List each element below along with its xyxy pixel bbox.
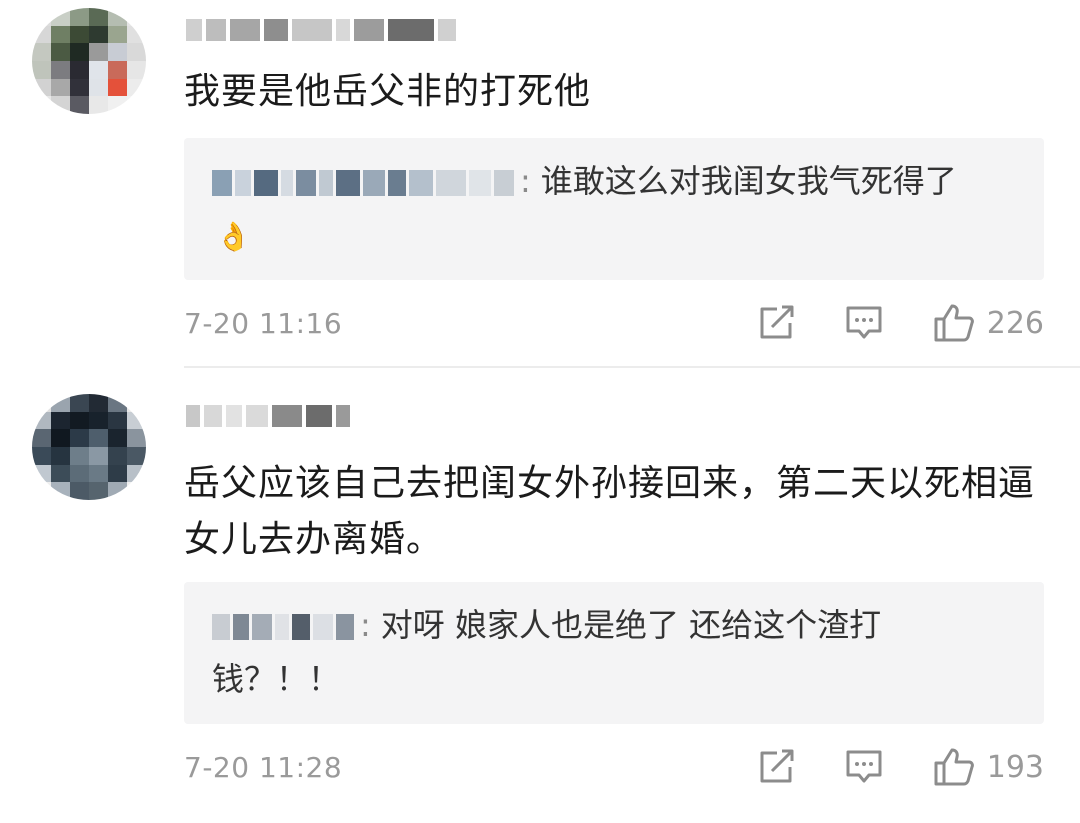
reply-colon: : bbox=[360, 606, 371, 644]
reply-box[interactable]: : 对呀 娘家人也是绝了 还给这个渣打钱？！！ bbox=[184, 582, 1044, 724]
like-button[interactable]: 193 bbox=[933, 747, 1044, 787]
like-count: 226 bbox=[986, 305, 1044, 341]
comment-item: 岳父应该自己去把闺女外孙接回来，第二天以死相逼女儿去办离婚。 : 对呀 娘家人也是… bbox=[0, 370, 1080, 823]
comment-body: 我要是他岳父非的打死他 bbox=[184, 71, 592, 112]
avatar[interactable] bbox=[32, 8, 146, 114]
like-icon bbox=[934, 748, 974, 786]
reply-username[interactable] bbox=[212, 170, 514, 196]
reply-text: 谁敢这么对我闺女我气死得了 bbox=[540, 162, 957, 200]
like-button[interactable]: 226 bbox=[933, 303, 1044, 343]
username[interactable] bbox=[186, 14, 456, 46]
comment-button[interactable] bbox=[845, 749, 883, 785]
like-count: 193 bbox=[986, 749, 1044, 785]
reply-colon: : bbox=[520, 162, 531, 200]
reply-username[interactable] bbox=[212, 614, 354, 640]
emoji: 👌 bbox=[216, 220, 251, 253]
reply-box[interactable]: : 谁敢这么对我闺女我气死得了 👌 bbox=[184, 138, 1044, 280]
timestamp: 7-20 11:16 bbox=[184, 306, 343, 340]
action-bar: 193 bbox=[757, 747, 1044, 787]
comment-item: 我要是他岳父非的打死他 :谁敢这么对我闺女我气死得了 👌 7-20 11:16 bbox=[0, 0, 1080, 370]
avatar[interactable] bbox=[32, 394, 146, 500]
comment-button[interactable] bbox=[845, 305, 883, 341]
like-icon bbox=[934, 304, 974, 342]
comment-footer: 7-20 11:28 193 bbox=[184, 742, 1044, 792]
share-button[interactable] bbox=[757, 749, 797, 785]
comment-body: 岳父应该自己去把闺女外孙接回来，第二天以死相逼女儿去办离婚。 bbox=[184, 463, 1036, 560]
comment-icon bbox=[846, 750, 882, 783]
divider bbox=[184, 366, 1080, 368]
comment-icon bbox=[846, 306, 882, 339]
username[interactable] bbox=[186, 400, 350, 432]
timestamp: 7-20 11:28 bbox=[184, 750, 343, 784]
share-icon bbox=[760, 749, 794, 783]
comment-footer: 7-20 11:16 226 bbox=[184, 298, 1044, 348]
share-button[interactable] bbox=[757, 305, 797, 341]
action-bar: 226 bbox=[757, 303, 1044, 343]
share-icon bbox=[760, 305, 794, 339]
